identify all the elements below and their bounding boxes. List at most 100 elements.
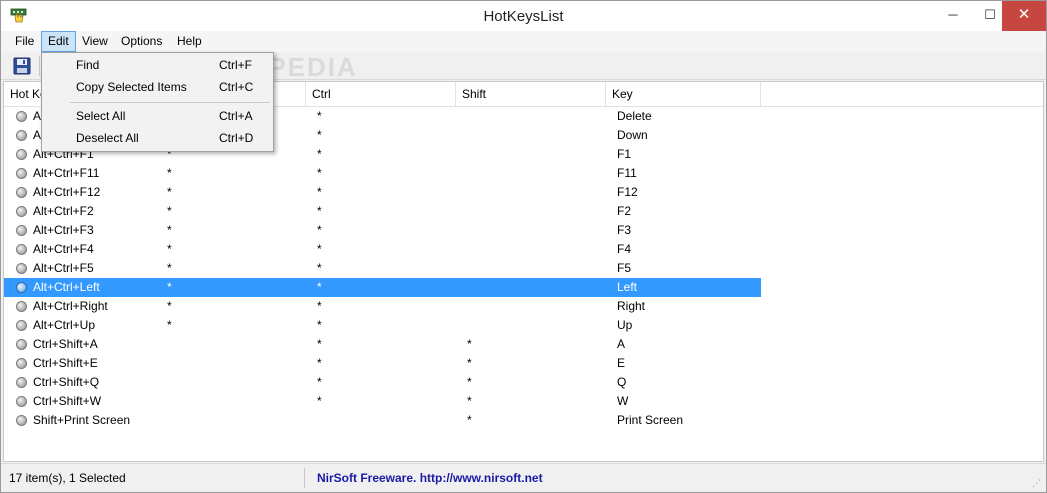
table-row[interactable]: Alt+Ctrl+F11 * * F11 [4,164,761,183]
edit-menu-dropdown: Find Ctrl+F Copy Selected Items Ctrl+C S… [41,52,274,152]
menu-options[interactable]: Options [115,31,168,52]
cell-key: Delete [617,109,652,123]
cell-key: F4 [617,242,632,256]
cell-hotkey: Alt+Ctrl+F12 [33,185,101,199]
window-title: HotKeysList [483,8,564,25]
menu-item-label: Find [76,58,100,72]
menu-file[interactable]: File [9,31,40,52]
cell-alt: * [167,166,172,180]
cell-hotkey: Ctrl+Shift+Q [33,375,100,389]
row-bullet-icon [16,263,27,274]
cell-key: F3 [617,223,632,237]
cell-ctrl: * [317,394,322,408]
menu-edit[interactable]: Edit [41,31,76,52]
cell-alt: * [167,299,172,313]
table-row[interactable]: Alt+Ctrl+F12 * * F12 [4,183,761,202]
minimize-button[interactable]: ─ [934,1,972,31]
cell-key: Down [617,128,648,142]
cell-ctrl: * [317,128,322,142]
cell-shift: * [467,337,472,351]
table-row[interactable]: Ctrl+Shift+E * * E [4,354,761,373]
menu-view[interactable]: View [76,31,114,52]
row-bullet-icon [16,377,27,388]
cell-shift: * [467,356,472,370]
row-bullet-icon [16,244,27,255]
nirsoft-link[interactable]: NirSoft Freeware. http://www.nirsoft.net [317,468,543,488]
column-header-key[interactable]: Key [606,82,761,107]
menu-bar: File Edit View Options Help [1,31,1046,52]
cell-ctrl: * [317,147,322,161]
menu-item-select-all[interactable]: Select All Ctrl+A [44,105,271,127]
cell-shift: * [467,413,472,427]
toolbar-separator [39,56,40,76]
cell-key: E [617,356,626,370]
table-row[interactable]: Alt+Ctrl+F5 * * F5 [4,259,761,278]
cell-ctrl: * [317,280,322,294]
cell-alt: * [167,242,172,256]
cell-alt: * [167,280,172,294]
menu-item-label: Select All [76,109,126,123]
menu-item-shortcut: Ctrl+F [219,58,252,72]
cell-key: F11 [617,166,637,180]
cell-alt: * [167,223,172,237]
cell-hotkey: Alt+Ctrl+F11 [33,166,100,180]
table-row[interactable]: Alt+Ctrl+Up * * Up [4,316,761,335]
cell-key: F5 [617,261,632,275]
close-button[interactable]: ✕ [1002,1,1046,31]
cell-ctrl: * [317,356,322,370]
menu-item-shortcut: Ctrl+C [219,80,254,94]
menu-item-shortcut: Ctrl+D [219,131,254,145]
row-bullet-icon [16,339,27,350]
header-filler [761,82,1043,107]
row-bullet-icon [16,130,27,141]
cell-hotkey: Alt+Ctrl+Right [33,299,108,313]
table-row[interactable]: Shift+Print Screen * Print Screen [4,411,761,430]
cell-key: Left [617,280,638,294]
column-header-shift[interactable]: Shift [456,82,606,107]
cell-ctrl: * [317,299,322,313]
cell-ctrl: * [317,261,322,275]
menu-help[interactable]: Help [171,31,208,52]
floppy-disk-icon[interactable] [12,56,32,76]
cell-hotkey: Alt+Ctrl+F3 [33,223,94,237]
cell-hotkey: Alt+Ctrl+F4 [33,242,94,256]
cell-ctrl: * [317,337,322,351]
cell-key: A [617,337,626,351]
table-row[interactable]: Ctrl+Shift+A * * A [4,335,761,354]
menu-item-label: Copy Selected Items [76,80,187,94]
table-row[interactable]: Alt+Ctrl+F2 * * F2 [4,202,761,221]
cell-hotkey: Ctrl+Shift+W [33,394,102,408]
menu-item-label: Deselect All [76,131,139,145]
row-bullet-icon [16,301,27,312]
table-row[interactable]: Alt+Ctrl+F3 * * F3 [4,221,761,240]
column-header-ctrl[interactable]: Ctrl [306,82,456,107]
title-bar[interactable]: HotKeysList ─ ☐ ✕ [1,1,1046,31]
table-row[interactable]: Ctrl+Shift+Q * * Q [4,373,761,392]
table-row[interactable]: Ctrl+Shift+W * * W [4,392,761,411]
menu-item-copy-selected[interactable]: Copy Selected Items Ctrl+C [44,76,271,98]
cell-ctrl: * [317,166,322,180]
row-bullet-icon [16,396,27,407]
row-bullet-icon [16,206,27,217]
menu-item-find[interactable]: Find Ctrl+F [44,54,271,76]
cell-ctrl: * [317,204,322,218]
cell-shift: * [467,394,472,408]
cell-ctrl: * [317,242,322,256]
table-row[interactable]: Alt+Ctrl+Left * * Left [4,278,761,297]
cell-hotkey: Shift+Print Screen [33,413,131,427]
cell-ctrl: * [317,109,322,123]
resize-grip-icon[interactable]: ⋰ [1032,478,1042,488]
table-row[interactable]: Alt+Ctrl+F4 * * F4 [4,240,761,259]
cell-key: W [617,394,629,408]
cell-hotkey: Alt+Ctrl+Left [33,280,100,294]
table-row[interactable]: Alt+Ctrl+Right * * Right [4,297,761,316]
menu-separator [70,102,270,103]
cell-hotkey: Alt+Ctrl+F5 [33,261,94,275]
row-bullet-icon [16,187,27,198]
cell-key: F12 [617,185,638,199]
row-bullet-icon [16,225,27,236]
cell-key: Print Screen [617,413,684,427]
menu-item-deselect-all[interactable]: Deselect All Ctrl+D [44,127,271,149]
cell-shift: * [467,375,472,389]
status-item-count: 17 item(s), 1 Selected [3,468,305,488]
